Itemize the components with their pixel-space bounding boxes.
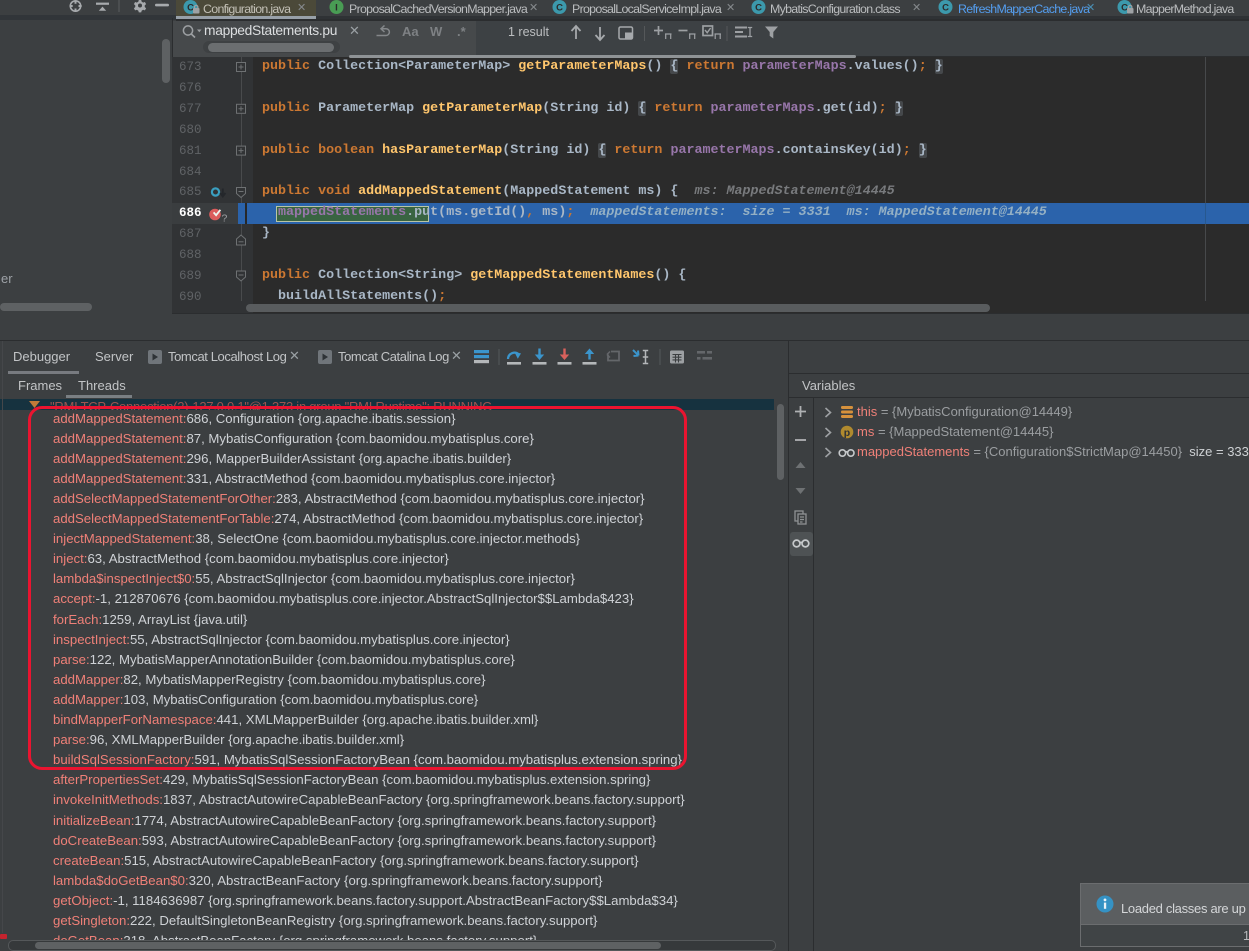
svg-text:C: C xyxy=(755,3,762,14)
svg-text:C: C xyxy=(942,3,949,14)
svg-text:C: C xyxy=(556,3,563,14)
svg-text:p: p xyxy=(844,426,850,438)
svg-text:?: ? xyxy=(222,212,228,224)
svg-text:I: I xyxy=(335,3,338,14)
